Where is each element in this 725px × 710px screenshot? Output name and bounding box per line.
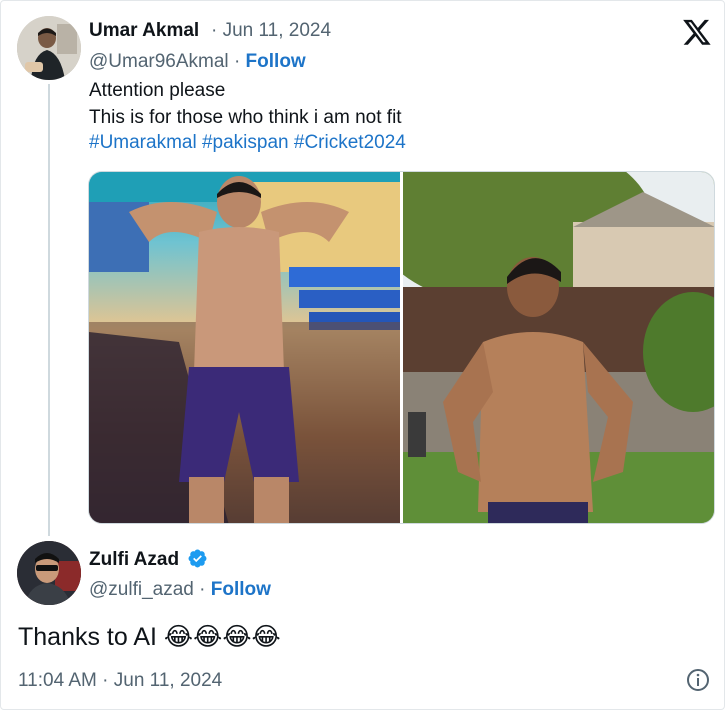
author-handle[interactable]: @zulfi_azad — [89, 579, 194, 600]
photo-illustration — [89, 172, 400, 523]
tweet-text-line1: Attention please — [89, 80, 226, 101]
follow-button[interactable]: Follow — [211, 579, 271, 600]
hashtag-list: #Umarakmal #pakispan #Cricket2024 — [89, 132, 406, 154]
tweet-photo-1[interactable] — [89, 172, 400, 523]
media-grid — [88, 171, 715, 524]
tweet-date[interactable]: · Jun 11, 2024 — [211, 20, 331, 42]
verified-badge-icon — [188, 549, 207, 568]
reply-handle-line: @zulfi_azad · Follow — [89, 579, 271, 601]
photo-illustration — [403, 172, 714, 523]
avatar[interactable] — [17, 541, 81, 605]
author-name[interactable]: Zulfi Azad — [89, 549, 179, 570]
x-logo-icon[interactable] — [681, 17, 713, 47]
timestamp-link[interactable]: 11:04 AM · Jun 11, 2024 — [18, 670, 222, 692]
thread-connector — [48, 84, 50, 536]
avatar-image — [17, 16, 81, 80]
reply-text: Thanks to AI 😂😂😂😂 — [18, 623, 281, 651]
separator: · — [233, 51, 241, 72]
tweet-photo-2[interactable] — [403, 172, 714, 523]
author-handle-line: @Umar96Akmal · Follow — [89, 51, 306, 73]
reply-author-line: Zulfi Azad — [89, 548, 208, 571]
hashtag-link[interactable]: #Umarakmal — [89, 132, 197, 153]
avatar-image — [17, 541, 81, 605]
separator: · — [199, 579, 206, 600]
tweet-text-line2: This is for those who think i am not fit — [89, 107, 402, 128]
follow-button[interactable]: Follow — [246, 51, 306, 72]
hashtag-link[interactable]: #Cricket2024 — [294, 132, 406, 153]
avatar[interactable] — [17, 16, 81, 80]
info-icon[interactable] — [686, 668, 710, 692]
hashtag-link[interactable]: #pakispan — [202, 132, 289, 153]
author-handle[interactable]: @Umar96Akmal — [89, 51, 229, 72]
author-name[interactable]: Umar Akmal — [89, 20, 199, 42]
